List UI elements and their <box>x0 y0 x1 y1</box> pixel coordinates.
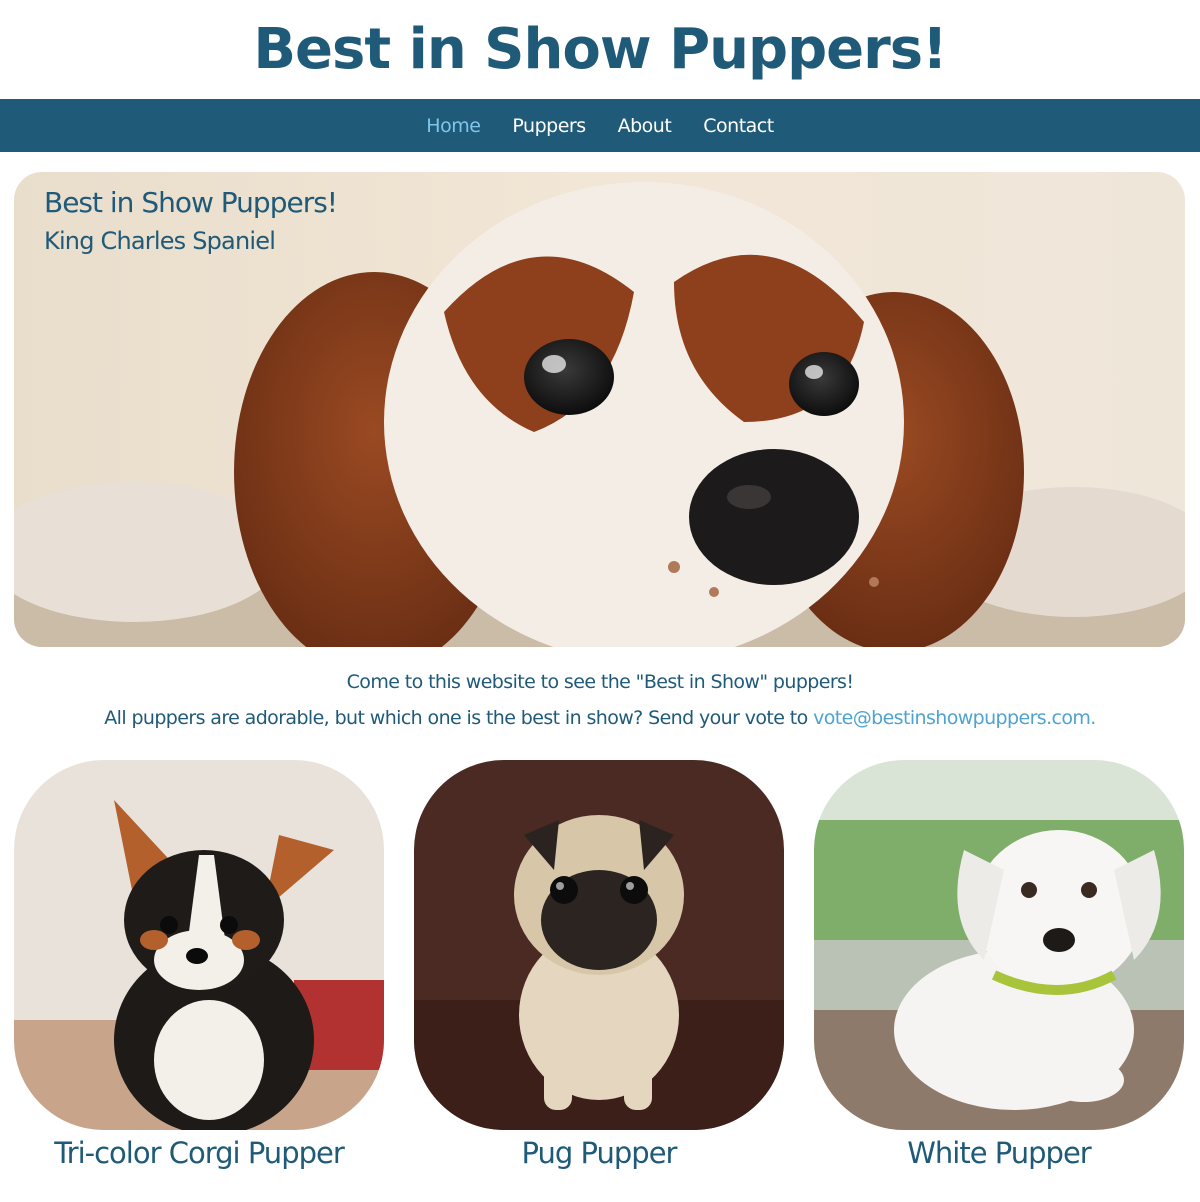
white-pupper-image <box>814 760 1184 1130</box>
hero-caption: Best in Show Puppers! King Charles Spani… <box>44 186 338 255</box>
intro-line-2-text: All puppers are adorable, but which one … <box>104 707 814 729</box>
pug-image <box>414 760 784 1130</box>
nav-contact-link[interactable]: Contact <box>703 115 774 137</box>
hero-banner: Best in Show Puppers! King Charles Spani… <box>14 172 1185 647</box>
white-pupper-photo <box>814 760 1184 1130</box>
white-pupper-caption: White Pupper <box>907 1136 1091 1170</box>
main-nav: Home Puppers About Contact <box>0 99 1200 152</box>
corgi-caption: Tri-color Corgi Pupper <box>54 1136 345 1170</box>
nav-puppers-link[interactable]: Puppers <box>512 115 586 137</box>
intro-line-1: Come to this website to see the "Best in… <box>346 671 854 693</box>
nav-about-link[interactable]: About <box>618 115 672 137</box>
intro-line-2: All puppers are adorable, but which one … <box>0 700 1200 736</box>
site-header: Best in Show Puppers! <box>0 0 1200 99</box>
pug-photo <box>414 760 784 1130</box>
corgi-photo <box>14 760 384 1130</box>
site-title: Best in Show Puppers! <box>253 17 947 82</box>
nav-home-link[interactable]: Home <box>426 115 481 137</box>
pug-caption: Pug Pupper <box>521 1136 678 1170</box>
pupper-card-corgi[interactable]: Tri-color Corgi Pupper <box>14 760 384 1170</box>
corgi-image <box>14 760 384 1130</box>
vote-email-link[interactable]: vote@bestinshowpuppers.com. <box>813 707 1096 729</box>
hero-title: Best in Show Puppers! <box>44 186 338 219</box>
pupper-card-white[interactable]: White Pupper <box>814 760 1184 1170</box>
intro-text: Come to this website to see the "Best in… <box>0 664 1200 736</box>
pupper-card-pug[interactable]: Pug Pupper <box>414 760 784 1170</box>
hero-subtitle: King Charles Spaniel <box>44 227 276 255</box>
